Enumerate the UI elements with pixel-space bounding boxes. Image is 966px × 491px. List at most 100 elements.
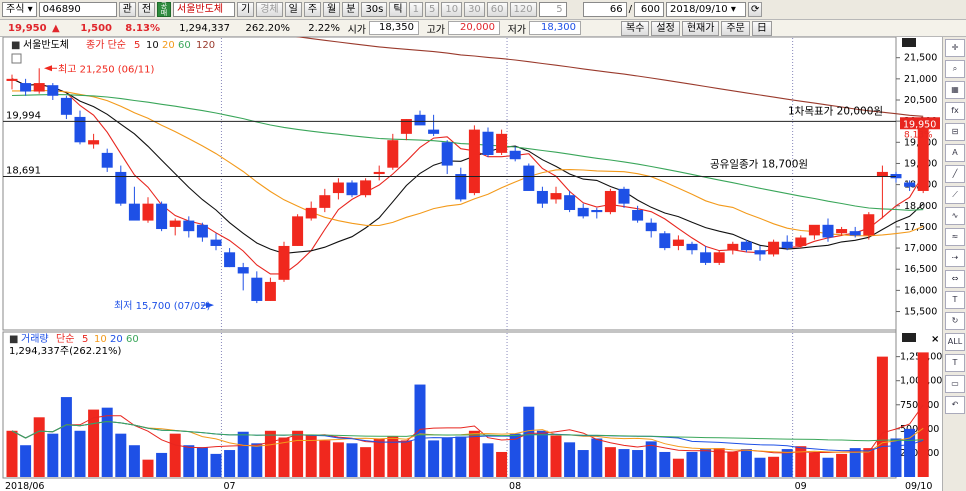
period-minute[interactable]: 분 (342, 2, 360, 17)
volume-bar (659, 451, 671, 477)
gwan-button[interactable]: 관 (118, 2, 136, 17)
price-pane-button[interactable] (902, 38, 916, 47)
price-tick-label: 20,500 (904, 95, 937, 106)
volume-bar (360, 447, 372, 477)
minute-opt-30[interactable]: 30 (464, 2, 485, 17)
candle-body (224, 252, 236, 268)
crosshair-icon[interactable]: ✛ (945, 39, 965, 57)
box-icon[interactable]: ▭ (945, 375, 965, 393)
volume-bar (169, 433, 181, 477)
palette-icon[interactable]: ▦ (945, 81, 965, 99)
low-value: 18,300 (529, 21, 581, 35)
vol-legend-ma-label: 단순 (56, 333, 74, 345)
minute-opt-120[interactable]: 120 (509, 2, 537, 17)
volume-bar (618, 449, 630, 477)
candle-body (33, 83, 45, 92)
gyeongche-button[interactable]: 경체 (256, 2, 283, 17)
T2-icon[interactable]: T (945, 354, 965, 372)
candle-body (468, 129, 480, 194)
volume-pane-button[interactable] (902, 333, 916, 342)
auto-icon[interactable]: ∿ (945, 207, 965, 225)
T-icon[interactable]: T (945, 291, 965, 309)
period-tick[interactable]: 틱 (389, 2, 407, 17)
type-select[interactable]: 주식 ▾ (2, 2, 37, 17)
fxx-icon[interactable]: fx (945, 102, 965, 120)
change-percent: 8.13% (125, 22, 160, 34)
zoom-icon[interactable]: ⌕ (945, 60, 965, 78)
gi-button[interactable]: 기 (237, 2, 255, 17)
stock-chart[interactable]: 21,50021,00020,50020,00019,50019,00018,5… (0, 37, 942, 491)
legend-ma-20: 20 (162, 40, 175, 51)
volume-bar (332, 442, 344, 477)
minute-opt-1[interactable]: 1 (408, 2, 423, 17)
wave-icon[interactable]: ≈ (945, 228, 965, 246)
count-total: 600 (634, 2, 664, 17)
candle-body (564, 195, 576, 210)
order-button[interactable]: 주문 (721, 20, 750, 36)
volume-bar (523, 406, 535, 477)
candle-body (482, 131, 494, 155)
jeon-button[interactable]: 전 (137, 2, 156, 17)
text-icon[interactable]: Ａ (945, 144, 965, 162)
candle-body (509, 150, 521, 160)
volume-bar (536, 430, 548, 477)
cycle-icon[interactable]: ↻ (945, 312, 965, 330)
fib-icon[interactable]: ⇔ (945, 270, 965, 288)
stock-name-field: 서울반도체 (173, 2, 236, 17)
period-day[interactable]: 일 (284, 2, 302, 17)
date-input[interactable]: 2018/09/10 ▾ (666, 2, 746, 17)
candle-body (659, 233, 671, 249)
current-price-button[interactable]: 현재가 (681, 20, 720, 36)
arrow-icon[interactable]: ⇢ (945, 249, 965, 267)
volume-bar (632, 450, 644, 477)
lock-icon[interactable]: ⊟ (945, 123, 965, 141)
multi-button[interactable]: 복수 (621, 20, 650, 36)
volume-bar (128, 445, 140, 477)
legend-checkbox[interactable] (11, 53, 22, 64)
volume-bar (47, 433, 59, 477)
volume-bar (428, 440, 440, 477)
volume-bar (264, 430, 276, 477)
candle-body (441, 142, 453, 166)
minute-input[interactable]: 5 (538, 2, 567, 17)
volume-bar (196, 447, 208, 477)
volume-bar (672, 458, 684, 477)
minute-opt-5[interactable]: 5 (424, 2, 440, 17)
daily-button[interactable]: 日 (751, 20, 772, 36)
candle-body (251, 277, 263, 301)
volume-bar (60, 397, 72, 477)
refresh-icon[interactable]: ⟳ (748, 2, 763, 17)
candle-body (795, 237, 807, 246)
back-icon[interactable]: ↶ (945, 396, 965, 414)
target-note: 1차목표가 20,000원 (788, 105, 883, 117)
price-tick-label: 16,500 (904, 264, 937, 275)
minute-opt-60[interactable]: 60 (486, 2, 508, 17)
candle-body (346, 182, 358, 196)
period-month[interactable]: 월 (323, 2, 341, 17)
period-30s[interactable]: 30s (361, 2, 388, 17)
period-week[interactable]: 주 (303, 2, 322, 17)
candle-body (876, 171, 888, 177)
volume-bar (808, 452, 820, 477)
volume-bar (740, 449, 752, 477)
volume-bar (700, 449, 712, 477)
date-label-last: 09/10 (905, 481, 932, 491)
chart-toolbar: 주식 ▾ 046890 관 전 공매 서울반도체 기 경체 일 주 월 분 30… (0, 0, 966, 20)
count-input[interactable]: 66 (582, 2, 627, 17)
volume-bar (686, 451, 698, 477)
trend-icon[interactable]: ⟋ (945, 186, 965, 204)
short-sell-badge[interactable]: 공매 (157, 2, 172, 17)
price-tick-label: 16,000 (904, 285, 937, 296)
candle-body (183, 220, 195, 232)
close-pane-icon[interactable]: × (931, 334, 939, 345)
vol-legend-label: 거래량 (21, 333, 49, 345)
date-label: 07 (223, 481, 235, 491)
line-icon[interactable]: ╱ (945, 165, 965, 183)
all-icon[interactable]: ALL (945, 333, 965, 351)
minute-opt-10[interactable]: 10 (441, 2, 463, 17)
settings-button[interactable]: 설정 (651, 20, 680, 36)
code-input[interactable]: 046890 (38, 2, 117, 17)
candle-body (496, 133, 508, 153)
volume-bar (645, 441, 657, 477)
candle-body (550, 193, 562, 200)
